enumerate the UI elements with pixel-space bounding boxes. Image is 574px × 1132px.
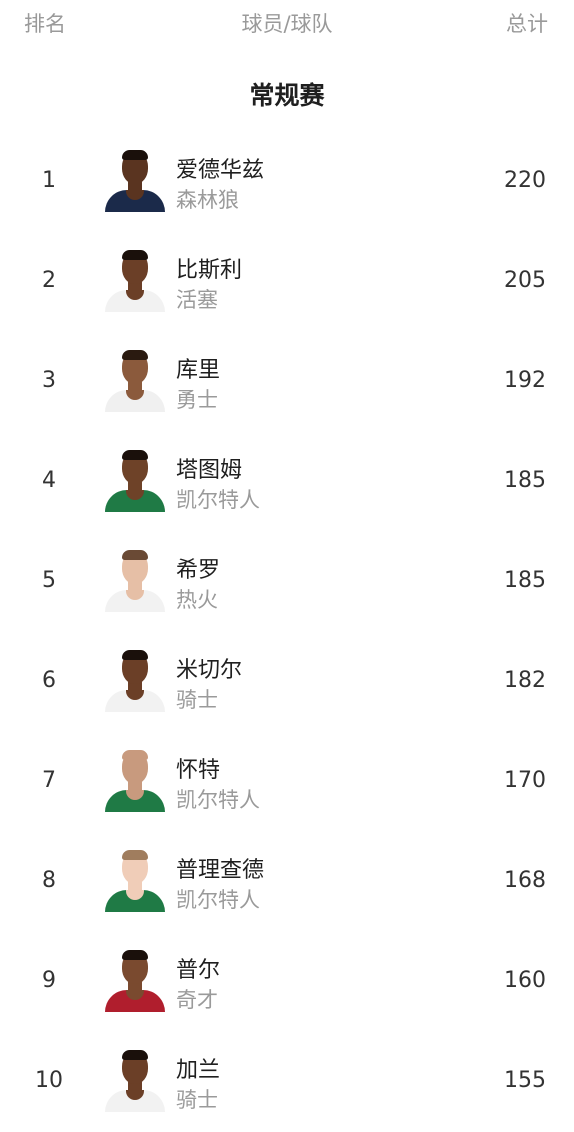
- rank-number: 10: [35, 1068, 63, 1093]
- header-total-label: 总计: [506, 12, 548, 36]
- list-item[interactable]: 3 库里 勇士 192: [0, 332, 574, 432]
- team-name: 骑士: [176, 1088, 218, 1112]
- rank-number: 1: [42, 168, 56, 193]
- list-item[interactable]: 5 希罗 热火 185: [0, 532, 574, 632]
- team-name: 勇士: [176, 388, 218, 412]
- list-item[interactable]: 2 比斯利 活塞 205: [0, 232, 574, 332]
- rank-number: 2: [42, 268, 56, 293]
- player-name: 爱德华兹: [176, 158, 265, 183]
- player-name: 比斯利: [176, 258, 243, 283]
- list-item[interactable]: 1 爱德华兹 森林狼 220: [0, 132, 574, 232]
- player-name: 希罗: [176, 558, 221, 583]
- list-item[interactable]: 6 米切尔 骑士 182: [0, 632, 574, 732]
- player-name: 怀特: [176, 758, 221, 783]
- total-value: 185: [504, 568, 546, 593]
- total-value: 160: [504, 968, 546, 993]
- player-name: 塔图姆: [176, 458, 243, 483]
- player-avatar: [104, 250, 166, 312]
- team-name: 森林狼: [176, 188, 239, 212]
- player-name: 加兰: [176, 1058, 221, 1083]
- team-name: 奇才: [176, 988, 218, 1012]
- player-avatar: [104, 950, 166, 1012]
- total-value: 155: [504, 1068, 546, 1093]
- rank-number: 7: [42, 768, 56, 793]
- player-avatar: [104, 1050, 166, 1112]
- player-avatar: [104, 650, 166, 712]
- player-name: 普尔: [176, 958, 221, 983]
- list-item[interactable]: 10 加兰 骑士 155: [0, 1032, 574, 1132]
- rank-number: 6: [42, 668, 56, 693]
- player-avatar: [104, 550, 166, 612]
- player-name: 米切尔: [176, 658, 243, 683]
- team-name: 活塞: [176, 288, 218, 312]
- team-name: 热火: [176, 588, 218, 612]
- list-item[interactable]: 8 普理查德 凯尔特人 168: [0, 832, 574, 932]
- rank-number: 3: [42, 368, 56, 393]
- list-item[interactable]: 4 塔图姆 凯尔特人 185: [0, 432, 574, 532]
- total-value: 182: [504, 668, 546, 693]
- rank-number: 4: [42, 468, 56, 493]
- total-value: 205: [504, 268, 546, 293]
- team-name: 凯尔特人: [176, 788, 260, 812]
- player-avatar: [104, 750, 166, 812]
- total-value: 192: [504, 368, 546, 393]
- rank-number: 9: [42, 968, 56, 993]
- player-name: 普理查德: [176, 858, 265, 883]
- list-item[interactable]: 9 普尔 奇才 160: [0, 932, 574, 1032]
- header-player-team-label: 球员/球队: [241, 12, 333, 36]
- total-value: 185: [504, 468, 546, 493]
- team-name: 骑士: [176, 688, 218, 712]
- rank-number: 5: [42, 568, 56, 593]
- player-avatar: [104, 450, 166, 512]
- team-name: 凯尔特人: [176, 488, 260, 512]
- total-value: 170: [504, 768, 546, 793]
- player-avatar: [104, 150, 166, 212]
- total-value: 168: [504, 868, 546, 893]
- player-avatar: [104, 350, 166, 412]
- table-header: 排名 球员/球队 总计: [0, 0, 574, 44]
- player-name: 库里: [176, 358, 221, 383]
- section-title: 常规赛: [249, 81, 325, 110]
- rank-number: 8: [42, 868, 56, 893]
- total-value: 220: [504, 168, 546, 193]
- player-avatar: [104, 850, 166, 912]
- list-item[interactable]: 7 怀特 凯尔特人 170: [0, 732, 574, 832]
- team-name: 凯尔特人: [176, 888, 260, 912]
